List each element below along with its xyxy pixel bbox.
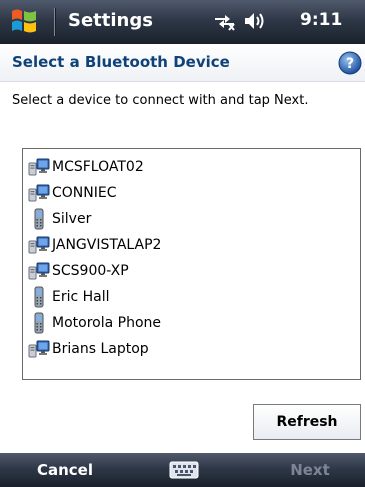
device-name: JANGVISTALAP2 [52,237,162,253]
help-icon[interactable]: ? [337,50,363,76]
phone-icon [28,286,50,308]
screen: Settings 9:11 Select a Bluetooth Device [0,0,365,487]
svg-text:?: ? [346,56,354,72]
device-list-item[interactable]: Brians Laptop [23,336,360,362]
device-list-item[interactable]: Silver [23,206,360,232]
phone-icon [28,312,50,334]
page-title: Select a Bluetooth Device [12,53,230,71]
cancel-softkey[interactable]: Cancel [0,453,130,487]
volume-icon[interactable] [242,10,268,36]
softkey-bar: Cancel Next [0,453,365,487]
computer-icon [28,182,50,204]
refresh-button[interactable]: Refresh [253,404,361,440]
device-name: SCS900-XP [52,263,129,279]
computer-icon [28,234,50,256]
device-list-item[interactable]: Motorola Phone [23,310,360,336]
network-connectivity-icon[interactable] [212,10,238,36]
app-title: Settings [68,10,153,31]
device-name: Silver [52,211,92,227]
computer-icon [28,156,50,178]
page-header: Select a Bluetooth Device ? [0,44,365,82]
device-name: CONNIEC [52,185,117,201]
device-name: MCSFLOAT02 [52,159,144,175]
next-softkey[interactable]: Next [255,453,365,487]
title-bar: Settings 9:11 [0,0,365,44]
computer-icon [28,338,50,360]
clock[interactable]: 9:11 [300,10,342,30]
device-list-item[interactable]: MCSFLOAT02 [23,154,360,180]
phone-icon [28,208,50,230]
title-separator [54,8,56,36]
windows-start-icon[interactable] [6,5,42,39]
device-name: Eric Hall [52,289,110,305]
device-list-item[interactable]: JANGVISTALAP2 [23,232,360,258]
device-list-item[interactable]: CONNIEC [23,180,360,206]
device-name: Brians Laptop [52,341,149,357]
device-list-item[interactable]: Eric Hall [23,284,360,310]
instruction-text: Select a device to connect with and tap … [12,93,309,108]
computer-icon [28,260,50,282]
device-list[interactable]: MCSFLOAT02 CONNIEC Silver JANGVISTALAP2 SCS9… [22,148,361,380]
keyboard-icon[interactable] [169,460,199,480]
device-list-item[interactable]: SCS900-XP [23,258,360,284]
device-name: Motorola Phone [52,315,161,331]
